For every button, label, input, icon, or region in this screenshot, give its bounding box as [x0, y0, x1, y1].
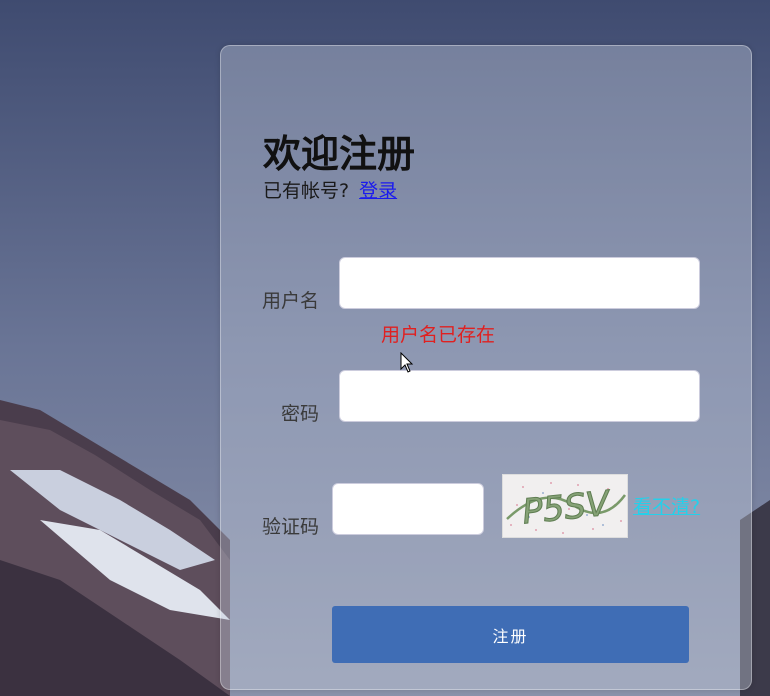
- username-label: 用户名: [261, 290, 319, 312]
- page-title: 欢迎注册: [263, 132, 416, 176]
- captcha-graphic: P5SV: [503, 475, 627, 537]
- username-error-message: 用户名已存在: [381, 324, 496, 346]
- password-input[interactable]: [339, 370, 700, 422]
- captcha-input[interactable]: [332, 483, 484, 535]
- register-card: 欢迎注册 已有帐号? 登录 用户名 用户名已存在 密码 验证码 P5SV 看不清?…: [220, 45, 752, 690]
- login-link[interactable]: 登录: [359, 180, 397, 202]
- password-label: 密码: [280, 403, 319, 425]
- refresh-captcha-link[interactable]: 看不清?: [633, 494, 700, 520]
- username-input[interactable]: [339, 257, 700, 309]
- captcha-image[interactable]: P5SV: [502, 474, 628, 538]
- has-account-text: 已有帐号?: [263, 180, 350, 202]
- register-submit-button[interactable]: 注册: [332, 606, 689, 663]
- captcha-label: 验证码: [261, 516, 319, 538]
- has-account-line: 已有帐号? 登录: [263, 178, 397, 204]
- mouse-cursor-icon: [400, 352, 414, 373]
